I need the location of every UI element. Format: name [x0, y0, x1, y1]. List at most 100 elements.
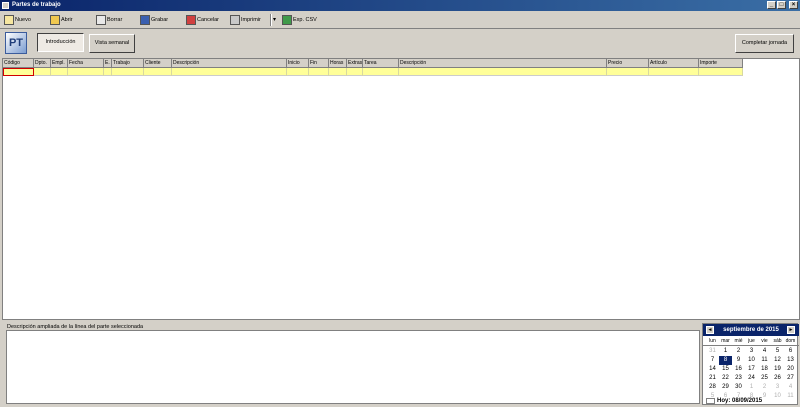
calendar-day[interactable]: 10	[771, 392, 784, 401]
column-header[interactable]: Precio	[607, 59, 649, 68]
grid-cell[interactable]	[649, 68, 699, 76]
grid-cell[interactable]	[104, 68, 112, 76]
calendar-day[interactable]: 28	[706, 383, 719, 392]
calendar-day[interactable]: 22	[719, 374, 732, 383]
column-header[interactable]: E.	[104, 59, 112, 68]
column-header[interactable]: Inicio	[287, 59, 309, 68]
print-dropdown-icon[interactable]: ▾	[273, 16, 276, 23]
grid-cell[interactable]	[363, 68, 399, 76]
calendar-day[interactable]: 25	[758, 374, 771, 383]
app-logo: PT	[5, 32, 27, 54]
calendar-day[interactable]: 3	[771, 383, 784, 392]
table-row[interactable]	[3, 68, 743, 76]
delete-button[interactable]: Borrar	[96, 13, 122, 27]
column-header[interactable]: Descripción	[399, 59, 607, 68]
description-textarea[interactable]	[6, 330, 700, 404]
calendar-day[interactable]: 7	[706, 356, 719, 365]
month-calendar[interactable]: ◄ septiembre de 2015 ► lun mar mié jue vie sá…	[702, 323, 799, 405]
calendar-today[interactable]: Hoy: 08/09/2015	[717, 397, 762, 405]
calendar-day[interactable]: 10	[745, 356, 758, 365]
column-header[interactable]: Trabajo	[112, 59, 144, 68]
calendar-day[interactable]: 11	[784, 392, 797, 401]
prev-month-icon[interactable]: ◄	[706, 326, 714, 334]
calendar-day[interactable]: 2	[758, 383, 771, 392]
grid-cell[interactable]	[287, 68, 309, 76]
calendar-day[interactable]: 11	[758, 356, 771, 365]
work-parts-grid[interactable]: Código Dpto. Empl. Fecha E. Trabajo Clie…	[2, 58, 800, 320]
calendar-day[interactable]: 20	[784, 365, 797, 374]
calendar-day[interactable]: 27	[784, 374, 797, 383]
calendar-day[interactable]: 2	[732, 347, 745, 356]
complete-day-button[interactable]: Completar jornada	[735, 34, 794, 53]
calendar-day[interactable]: 31	[706, 347, 719, 356]
grid-cell[interactable]	[607, 68, 649, 76]
calendar-day[interactable]: 14	[706, 365, 719, 374]
tab-vista-semanal[interactable]: Vista semanal	[89, 34, 135, 53]
column-header[interactable]: Dpto.	[34, 59, 51, 68]
calendar-day[interactable]: 19	[771, 365, 784, 374]
grid-cell[interactable]	[172, 68, 287, 76]
grid-cell[interactable]	[399, 68, 607, 76]
weekday-label: sáb	[773, 338, 782, 344]
column-header[interactable]: Descripción	[172, 59, 287, 68]
calendar-day[interactable]: 18	[758, 365, 771, 374]
grid-cell[interactable]	[51, 68, 68, 76]
print-icon	[230, 15, 240, 25]
current-cell[interactable]	[3, 68, 34, 76]
calendar-day[interactable]: 26	[771, 374, 784, 383]
calendar-day[interactable]: 9	[732, 356, 745, 365]
calendar-day[interactable]: 6	[784, 347, 797, 356]
column-header[interactable]: Tarea	[363, 59, 399, 68]
export-csv-button[interactable]: Exp. CSV	[282, 13, 317, 27]
column-header[interactable]: Importe	[699, 59, 743, 68]
calendar-day[interactable]: 4	[784, 383, 797, 392]
calendar-day[interactable]: 30	[732, 383, 745, 392]
grid-cell[interactable]	[68, 68, 104, 76]
calendar-day[interactable]: 29	[719, 383, 732, 392]
grid-cell[interactable]	[112, 68, 144, 76]
tab-introduccion[interactable]: Introducción	[37, 33, 84, 52]
column-header[interactable]: Fin	[309, 59, 329, 68]
grid-cell[interactable]	[699, 68, 743, 76]
grid-cell[interactable]	[347, 68, 363, 76]
new-button[interactable]: Nuevo	[4, 13, 31, 27]
calendar-day[interactable]: 21	[706, 374, 719, 383]
column-header[interactable]: Empl.	[51, 59, 68, 68]
cancel-button[interactable]: Cancelar	[186, 13, 219, 27]
open-icon	[50, 15, 60, 25]
calendar-day[interactable]: 16	[732, 365, 745, 374]
maximize-button[interactable]: □	[777, 1, 786, 9]
close-button[interactable]: ×	[789, 1, 798, 9]
calendar-day[interactable]: 8	[719, 356, 732, 365]
grid-cell[interactable]	[144, 68, 172, 76]
column-header[interactable]: Código	[3, 59, 34, 68]
grid-cell[interactable]	[34, 68, 51, 76]
calendar-day[interactable]: 15	[719, 365, 732, 374]
minimize-button[interactable]: _	[767, 1, 776, 9]
calendar-day[interactable]: 17	[745, 365, 758, 374]
open-label: Abrir	[61, 17, 73, 23]
calendar-days[interactable]: 31 1 2 3 4 5 6 7 8 9 10 11 12 13 14 15 16 17 18 19 20 21 22 23 2…	[706, 347, 797, 401]
save-label: Grabar	[151, 17, 169, 23]
print-button[interactable]: Imprimir	[230, 13, 261, 27]
calendar-day[interactable]: 12	[771, 356, 784, 365]
column-header[interactable]: Fecha	[68, 59, 104, 68]
column-header[interactable]: Cliente	[144, 59, 172, 68]
calendar-day[interactable]: 1	[719, 347, 732, 356]
calendar-day[interactable]: 3	[745, 347, 758, 356]
grid-cell[interactable]	[309, 68, 329, 76]
calendar-day[interactable]: 13	[784, 356, 797, 365]
column-header[interactable]: Artículo	[649, 59, 699, 68]
save-button[interactable]: Grabar	[140, 13, 168, 27]
calendar-day[interactable]: 4	[758, 347, 771, 356]
next-month-icon[interactable]: ►	[787, 326, 795, 334]
grid-cell[interactable]	[329, 68, 347, 76]
calendar-month-title[interactable]: septiembre de 2015	[715, 324, 787, 336]
column-header[interactable]: Extras	[347, 59, 363, 68]
calendar-day[interactable]: 1	[745, 383, 758, 392]
calendar-day[interactable]: 5	[771, 347, 784, 356]
calendar-day[interactable]: 24	[745, 374, 758, 383]
calendar-day[interactable]: 23	[732, 374, 745, 383]
open-button[interactable]: Abrir	[50, 13, 73, 27]
column-header[interactable]: Horas	[329, 59, 347, 68]
